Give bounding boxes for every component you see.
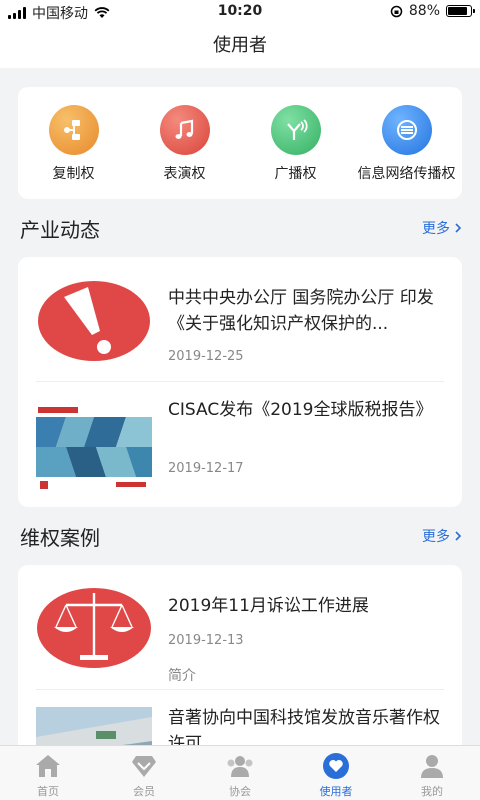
battery-percent: 88% [408,3,440,19]
right-label: 复制权 [52,166,95,182]
more-label: 更多 [422,221,450,237]
section-title: 维权案例 [20,525,100,550]
right-item-performance[interactable]: 表演权 [129,87,240,199]
heart-icon [322,752,350,780]
tab-label: 使用者 [319,785,353,798]
orientation-lock-icon [390,5,403,17]
exclamation-thumbnail [36,275,152,365]
news-date: 2019-12-17 [168,461,244,476]
battery-icon [446,5,475,17]
status-bar: 中国移动 10:20 88% [0,0,480,24]
rights-card: 复制权 表演权 广播权 信息网络传播权 [18,87,462,199]
industry-news-card: 中共中央办公厅 国务院办公厅 印发《关于强化知识产权保护的... 2019-12… [18,257,462,507]
chevron-right-icon [455,223,462,233]
tab-label: 首页 [37,785,59,798]
report-cover-thumbnail [36,403,152,493]
news-title: CISAC发布《2019全球版税报告》 [168,400,433,420]
home-icon [34,752,62,780]
right-item-broadcast[interactable]: 广播权 [240,87,351,199]
member-icon [130,752,158,780]
tab-association[interactable]: 协会 [192,746,288,800]
news-title: 中共中央办公厅 国务院办公厅 印发《关于强化知识产权保护的... [168,288,434,334]
scales-thumbnail [36,583,152,673]
chevron-right-icon [455,531,462,541]
tab-users[interactable]: 使用者 [288,746,384,800]
case-item[interactable]: 2019年11月诉讼工作进展 2019-12-13 简介 [36,579,444,704]
tab-home[interactable]: 首页 [0,746,96,800]
association-icon [226,752,254,780]
news-date: 2019-12-25 [168,349,244,364]
right-label: 信息网络传播权 [357,166,456,182]
news-item[interactable]: CISAC发布《2019全球版税报告》 2019-12-17 [36,383,444,508]
right-item-copy[interactable]: 复制权 [18,87,129,199]
page-title: 使用者 [213,35,267,56]
network-icon [381,105,432,155]
tab-label: 协会 [229,785,251,798]
divider [36,689,444,690]
case-description: 简介 [168,668,196,684]
tab-member[interactable]: 会员 [96,746,192,800]
cases-card: 2019年11月诉讼工作进展 2019-12-13 简介 音著协向中国科技馆发放… [18,565,462,765]
right-label: 广播权 [274,166,317,182]
right-item-network[interactable]: 信息网络传播权 [351,87,462,199]
copy-icon [48,105,99,155]
antenna-icon [270,105,321,155]
cases-section-header: 维权案例 更多 [20,521,462,551]
case-date: 2019-12-13 [168,633,244,648]
cases-more-link[interactable]: 更多 [422,526,462,546]
tab-profile[interactable]: 我的 [384,746,480,800]
profile-icon [418,752,446,780]
news-item[interactable]: 中共中央办公厅 国务院办公厅 印发《关于强化知识产权保护的... 2019-12… [36,271,444,396]
divider [36,381,444,382]
section-title: 产业动态 [20,217,100,242]
more-label: 更多 [422,529,450,545]
tab-label: 我的 [421,785,443,798]
right-label: 表演权 [163,166,206,182]
music-note-icon [159,105,210,155]
industry-more-link[interactable]: 更多 [422,218,462,238]
tab-label: 会员 [133,785,155,798]
industry-section-header: 产业动态 更多 [20,213,462,243]
nav-bar: 使用者 [0,24,480,68]
case-title: 2019年11月诉讼工作进展 [168,596,369,616]
tab-bar: 首页 会员 协会 使用者 我的 [0,745,480,800]
